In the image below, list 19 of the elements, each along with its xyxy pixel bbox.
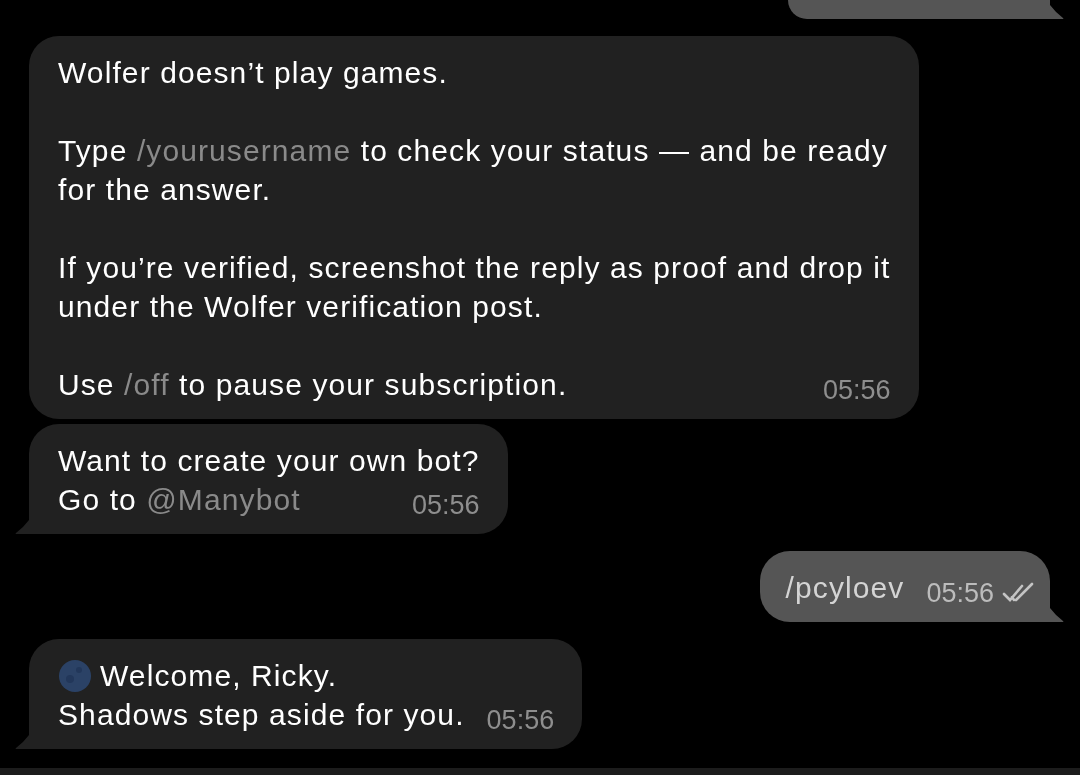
message-text: Use /off to pause your subscription. bbox=[58, 367, 568, 403]
message-text: Wolfer doesn’t play games. bbox=[58, 55, 448, 91]
message-text: for the answer. bbox=[58, 172, 272, 208]
message-time: 05:56 bbox=[926, 577, 994, 608]
command-link[interactable]: /off bbox=[124, 368, 170, 401]
message-time: 05:56 bbox=[822, 374, 891, 405]
message-text: Go to @Manybot bbox=[58, 482, 301, 518]
message-time: 05:56 bbox=[412, 489, 480, 520]
message-text: Want to create your own bot? bbox=[58, 443, 480, 479]
message-text: under the Wolfer verification post. bbox=[58, 289, 543, 325]
message-text: Shadows step aside for you. bbox=[58, 697, 465, 733]
message-time: 05:56 bbox=[486, 704, 555, 735]
message-text: Welcome, Ricky. bbox=[100, 658, 338, 694]
message-text: If you’re verified, screenshot the reply as proof and drop it bbox=[58, 250, 891, 286]
command-link[interactable]: /yourusername bbox=[136, 134, 352, 167]
moon-icon bbox=[58, 658, 92, 693]
message-text: /pcyloev bbox=[785, 570, 905, 606]
message-text: Type /yourusername to check your status — and be ready bbox=[58, 133, 888, 169]
command-link[interactable]: @Manybot bbox=[146, 483, 301, 516]
